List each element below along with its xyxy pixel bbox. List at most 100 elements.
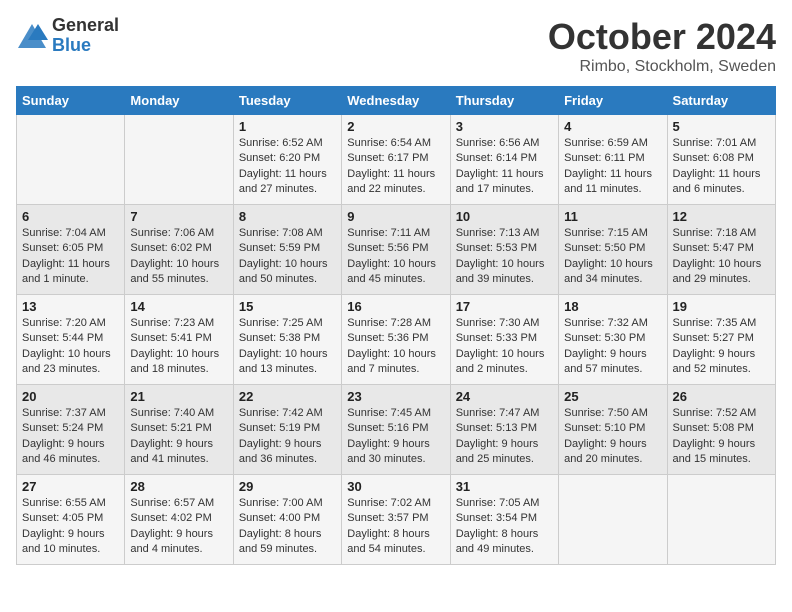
day-info-line: Sunrise: 7:01 AM (673, 137, 757, 149)
day-info-line: Sunrise: 7:02 AM (347, 497, 431, 509)
day-cell (17, 115, 125, 205)
day-info: Sunrise: 7:50 AMSunset: 5:10 PMDaylight:… (564, 406, 661, 468)
header-cell-saturday: Saturday (667, 87, 775, 115)
day-info-line: Daylight: 10 hours and 45 minutes. (347, 258, 436, 285)
day-info-line: Sunrise: 7:32 AM (564, 317, 648, 329)
day-cell: 22 Sunrise: 7:42 AMSunset: 5:19 PMDayligh… (233, 385, 341, 475)
month-title: October 2024 (548, 16, 776, 58)
day-info-line: Daylight: 10 hours and 50 minutes. (239, 258, 328, 285)
day-number: 24 (456, 389, 553, 404)
day-cell: 17Sunrise: 7:30 AMSunset: 5:33 PMDayligh… (450, 295, 558, 385)
day-number: 7 (130, 209, 227, 224)
day-cell: 20Sunrise: 7:37 AMSunset: 5:24 PMDayligh… (17, 385, 125, 475)
week-row-2: 6Sunrise: 7:04 AMSunset: 6:05 PMDaylight… (17, 205, 776, 295)
day-info-line: Sunset: 5:53 PM (456, 242, 537, 254)
day-cell: 29Sunrise: 7:00 AMSunset: 4:00 PMDayligh… (233, 475, 341, 565)
day-cell: 5Sunrise: 7:01 AMSunset: 6:08 PMDaylight… (667, 115, 775, 205)
day-info-line: Sunrise: 6:59 AM (564, 137, 648, 149)
day-info: Sunrise: 7:13 AMSunset: 5:53 PMDaylight:… (456, 226, 553, 288)
day-info-line: Sunset: 5:50 PM (564, 242, 645, 254)
day-info-line: Sunrise: 6:57 AM (130, 497, 214, 509)
header-cell-wednesday: Wednesday (342, 87, 450, 115)
day-cell: 28Sunrise: 6:57 AMSunset: 4:02 PMDayligh… (125, 475, 233, 565)
day-info: Sunrise: 7:25 AMSunset: 5:38 PMDaylight:… (239, 316, 336, 378)
week-row-1: 1Sunrise: 6:52 AMSunset: 6:20 PMDaylight… (17, 115, 776, 205)
week-row-5: 27Sunrise: 6:55 AMSunset: 4:05 PMDayligh… (17, 475, 776, 565)
week-row-4: 20Sunrise: 7:37 AMSunset: 5:24 PMDayligh… (17, 385, 776, 475)
day-info-line: Daylight: 11 hours and 11 minutes. (564, 168, 652, 195)
day-info-line: Sunrise: 7:30 AM (456, 317, 540, 329)
day-cell: 25Sunrise: 7:50 AMSunset: 5:10 PMDayligh… (559, 385, 667, 475)
day-info-line: Sunrise: 7:08 AM (239, 227, 323, 239)
day-info-line: Daylight: 11 hours and 1 minute. (22, 258, 110, 285)
day-cell: 12 Sunrise: 7:18 AMSunset: 5:47 PMDayligh… (667, 205, 775, 295)
day-info-line: Daylight: 9 hours and 30 minutes. (347, 438, 430, 465)
day-info-line: Sunrise: 6:56 AM (456, 137, 540, 149)
day-number: 14 (130, 299, 227, 314)
day-number: 3 (456, 119, 553, 134)
day-cell: 16Sunrise: 7:28 AMSunset: 5:36 PMDayligh… (342, 295, 450, 385)
day-cell (667, 475, 775, 565)
day-info: Sunrise: 6:54 AMSunset: 6:17 PMDaylight:… (347, 136, 444, 198)
day-info: Sunrise: 7:52 AMSunset: 5:08 PMDaylight:… (673, 406, 770, 468)
day-cell: 26 Sunrise: 7:52 AMSunset: 5:08 PMDayligh… (667, 385, 775, 475)
day-cell: 19Sunrise: 7:35 AMSunset: 5:27 PMDayligh… (667, 295, 775, 385)
day-info-line: Sunrise: 6:54 AM (347, 137, 431, 149)
day-info: Sunrise: 6:57 AMSunset: 4:02 PMDaylight:… (130, 496, 227, 558)
day-info: Sunrise: 7:47 AM Sunset: 5:13 PM Daylight:… (456, 406, 553, 468)
day-number: 22 (239, 389, 336, 404)
day-number: 6 (22, 209, 119, 224)
day-cell: 18Sunrise: 7:32 AMSunset: 5:30 PMDayligh… (559, 295, 667, 385)
day-info-line: Sunrise: 7:45 AM (347, 407, 431, 419)
day-cell: 30Sunrise: 7:02 AMSunset: 3:57 PMDayligh… (342, 475, 450, 565)
day-cell: 21Sunrise: 7:40 AMSunset: 5:21 PMDayligh… (125, 385, 233, 475)
day-info-line: Sunset: 5:30 PM (564, 332, 645, 344)
day-cell: 7 Sunrise: 7:06 AMSunset: 6:02 PMDaylight… (125, 205, 233, 295)
day-info-line: Daylight: 9 hours and 25 minutes. (456, 438, 539, 465)
day-info-line: Sunset: 5:19 PM (239, 422, 320, 434)
day-info-line: Sunrise: 7:15 AM (564, 227, 648, 239)
day-info: Sunrise: 7:18 AMSunset: 5:47 PMDaylight:… (673, 226, 770, 288)
day-info-line: Daylight: 11 hours and 6 minutes. (673, 168, 761, 195)
day-info: Sunrise: 7:06 AMSunset: 6:02 PMDaylight:… (130, 226, 227, 288)
day-info: Sunrise: 7:01 AMSunset: 6:08 PMDaylight:… (673, 136, 770, 198)
logo: General Blue (16, 16, 119, 56)
title-block: October 2024 Rimbo, Stockholm, Sweden (548, 16, 776, 76)
day-info: Sunrise: 7:45 AMSunset: 5:16 PMDaylight:… (347, 406, 444, 468)
day-number: 26 (673, 389, 770, 404)
day-info-line: Sunset: 4:02 PM (130, 512, 211, 524)
day-info-line: Sunrise: 7:47 AM (456, 407, 540, 419)
header-cell-monday: Monday (125, 87, 233, 115)
day-info-line: Daylight: 10 hours and 13 minutes. (239, 348, 328, 375)
day-info-line: Sunrise: 7:20 AM (22, 317, 106, 329)
day-info-line: Daylight: 8 hours and 54 minutes. (347, 528, 430, 555)
day-info-line: Sunrise: 7:50 AM (564, 407, 648, 419)
day-info-line: Sunrise: 6:52 AM (239, 137, 323, 149)
day-info-line: Daylight: 8 hours and 49 minutes. (456, 528, 539, 555)
day-number: 4 (564, 119, 661, 134)
day-info: Sunrise: 7:42 AMSunset: 5:19 PMDaylight:… (239, 406, 336, 468)
day-info-line: Sunrise: 7:25 AM (239, 317, 323, 329)
header-cell-tuesday: Tuesday (233, 87, 341, 115)
day-number: 30 (347, 479, 444, 494)
day-info: Sunrise: 7:05 AMSunset: 3:54 PMDaylight:… (456, 496, 553, 558)
day-number: 15 (239, 299, 336, 314)
day-cell: 8Sunrise: 7:08 AMSunset: 5:59 PMDaylight… (233, 205, 341, 295)
day-info-line: Daylight: 8 hours and 59 minutes. (239, 528, 322, 555)
day-info-line: Sunset: 6:14 PM (456, 152, 537, 164)
day-info-line: Sunrise: 7:40 AM (130, 407, 214, 419)
day-number: 29 (239, 479, 336, 494)
day-number: 12 (673, 209, 770, 224)
day-cell: 23 Sunrise: 7:45 AMSunset: 5:16 PMDayligh… (342, 385, 450, 475)
day-cell: 1Sunrise: 6:52 AMSunset: 6:20 PMDaylight… (233, 115, 341, 205)
page-header: General Blue October 2024 Rimbo, Stockho… (16, 16, 776, 76)
day-info-line: Sunset: 5:56 PM (347, 242, 428, 254)
day-number: 21 (130, 389, 227, 404)
day-info-line: Daylight: 9 hours and 46 minutes. (22, 438, 105, 465)
day-info-line: Daylight: 11 hours and 27 minutes. (239, 168, 327, 195)
week-row-3: 13Sunrise: 7:20 AMSunset: 5:44 PMDayligh… (17, 295, 776, 385)
day-info-line: Sunrise: 7:00 AM (239, 497, 323, 509)
day-info-line: Sunset: 6:11 PM (564, 152, 645, 164)
day-number: 23 (347, 389, 444, 404)
day-info-line: Sunset: 5:13 PM (456, 422, 537, 434)
